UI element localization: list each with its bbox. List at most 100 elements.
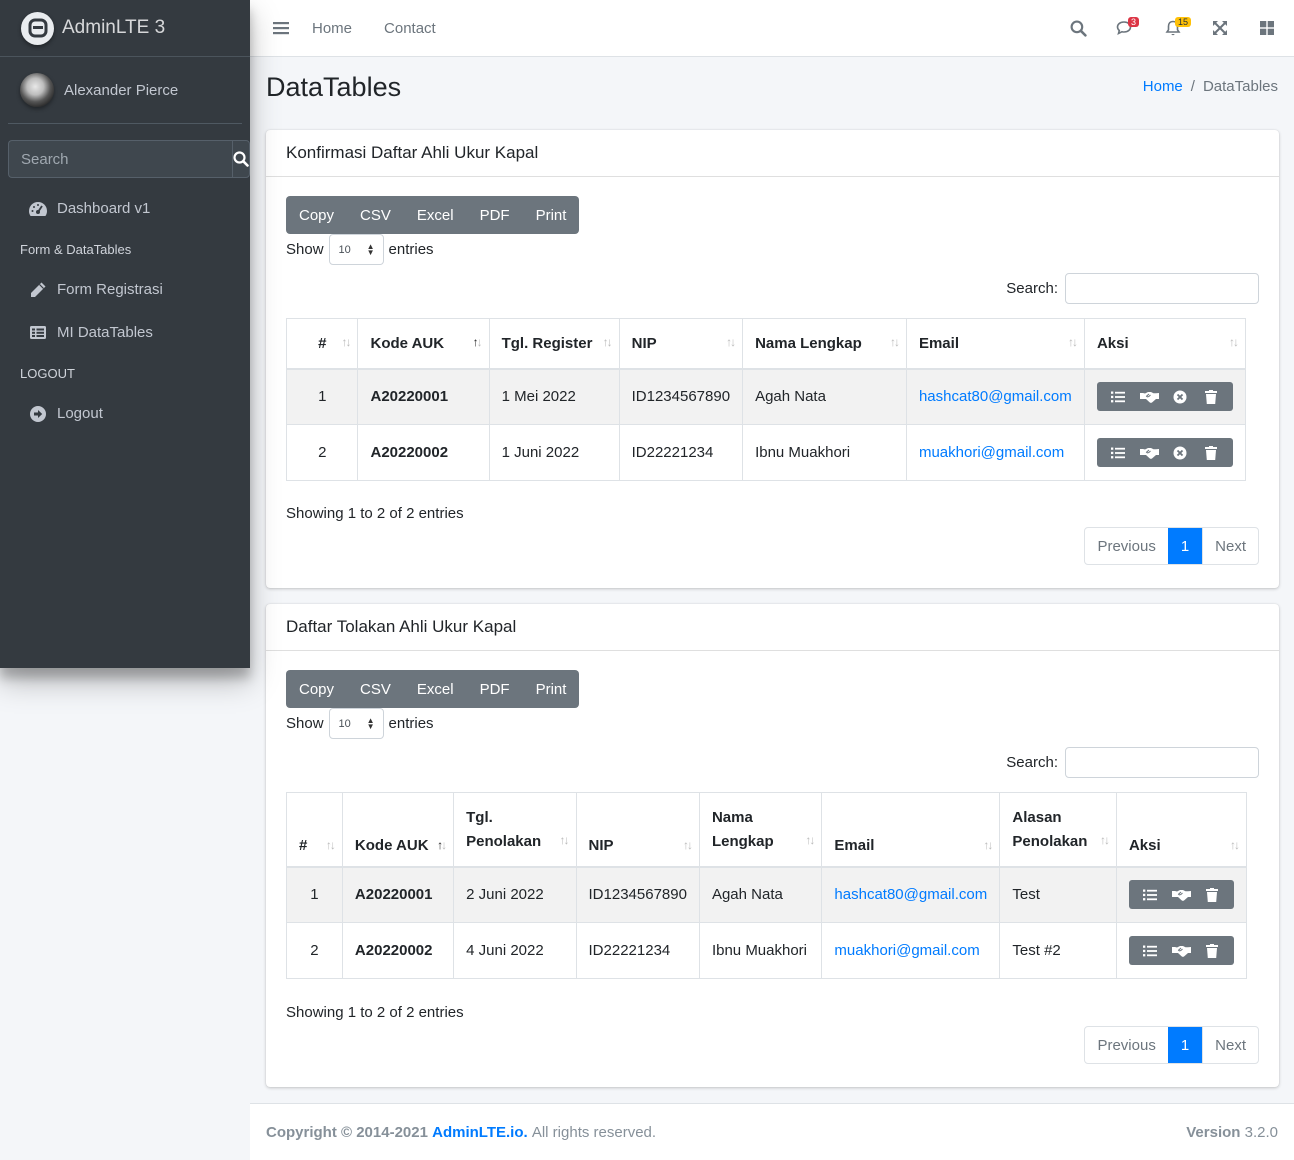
handshake-icon[interactable] — [1166, 889, 1197, 901]
table-search-input[interactable] — [1065, 747, 1259, 778]
handshake-icon[interactable] — [1166, 945, 1197, 957]
column-header[interactable]: NIP ↑↓ — [618, 318, 744, 370]
detail-list-icon[interactable] — [1103, 391, 1134, 403]
notifications-dropdown[interactable]: 15 — [1149, 0, 1196, 56]
column-header[interactable]: NIP ↑↓ — [575, 792, 700, 868]
table-search-input[interactable] — [1065, 273, 1259, 304]
pagination-previous[interactable]: Previous — [1085, 528, 1167, 564]
copy-button[interactable]: Copy — [286, 196, 347, 234]
page-title: DataTables — [266, 72, 402, 102]
brand-link[interactable]: AdminLTE 3 — [0, 0, 250, 57]
sidebar-search-input[interactable] — [8, 140, 232, 178]
search-label: Search: — [1006, 280, 1058, 297]
email-link[interactable]: muakhori@gmail.com — [834, 942, 979, 959]
adminlte-logo-icon — [21, 11, 54, 45]
copy-button[interactable]: Copy — [286, 670, 347, 708]
column-header[interactable]: # ↑↓ — [286, 792, 343, 868]
export-button-group: Copy CSV Excel PDF Print — [286, 670, 580, 708]
trash-icon[interactable] — [1196, 389, 1227, 404]
pagination-page-1[interactable]: 1 — [1167, 1027, 1203, 1063]
breadcrumb-separator: / — [1190, 78, 1195, 95]
messages-dropdown[interactable]: 3 — [1102, 0, 1149, 56]
nav-link-home[interactable]: Home — [312, 20, 352, 37]
column-header[interactable]: Aksi ↑↓ — [1083, 318, 1247, 370]
user-panel[interactable]: Alexander Pierce — [8, 57, 242, 124]
print-button[interactable]: Print — [523, 670, 580, 708]
column-header[interactable]: Email ↑↓ — [821, 792, 1001, 868]
detail-list-icon[interactable] — [1135, 945, 1166, 957]
pdf-button[interactable]: PDF — [467, 196, 523, 234]
sidebar-item-mi-datatables[interactable]: MI DataTables — [0, 311, 250, 354]
version-label: Version — [1186, 1123, 1241, 1141]
sidebar-item-dashboard[interactable]: Dashboard v1 — [0, 187, 250, 230]
breadcrumb-home-link[interactable]: Home — [1143, 78, 1183, 95]
action-buttons — [1096, 438, 1233, 467]
column-header[interactable]: Kode AUK ↑↓ — [341, 792, 455, 868]
column-header[interactable]: # ↑↓ — [285, 318, 359, 370]
search-icon — [233, 151, 249, 167]
excel-button[interactable]: Excel — [404, 670, 467, 708]
detail-list-icon[interactable] — [1135, 889, 1166, 901]
column-header[interactable]: Tgl. Penolakan ↑↓ — [453, 792, 577, 868]
pdf-button[interactable]: PDF — [467, 670, 523, 708]
user-name[interactable]: Alexander Pierce — [64, 82, 178, 99]
column-header[interactable]: Tgl. Register ↑↓ — [488, 318, 620, 370]
pagination-page-1[interactable]: 1 — [1167, 528, 1203, 564]
pagination-previous[interactable]: Previous — [1085, 1027, 1167, 1063]
column-header[interactable]: Email ↑↓ — [905, 318, 1085, 370]
detail-list-icon[interactable] — [1103, 447, 1134, 459]
copyright-text: Copyright © 2014-2021 — [266, 1123, 428, 1141]
cell-email: hashcat80@gmail.com — [821, 866, 1001, 923]
handshake-icon[interactable] — [1134, 447, 1165, 459]
table-length: Show 10 ▲ ▼ entries — [286, 708, 434, 739]
pagination-next[interactable]: Next — [1202, 1027, 1258, 1063]
print-button[interactable]: Print — [523, 196, 580, 234]
trash-icon[interactable] — [1196, 445, 1227, 460]
cell-alasan: Test — [999, 866, 1117, 923]
entries-select[interactable]: 10 ▲ ▼ — [328, 708, 384, 739]
excel-button[interactable]: Excel — [404, 196, 467, 234]
table-filter: Search: — [1006, 747, 1259, 778]
action-buttons — [1128, 880, 1234, 910]
control-sidebar-button[interactable] — [1243, 0, 1290, 56]
search-icon — [1070, 20, 1087, 37]
email-link[interactable]: hashcat80@gmail.com — [919, 388, 1072, 405]
cell-tgl: 1 Mei 2022 — [488, 368, 620, 425]
pushmenu-button[interactable] — [250, 21, 312, 35]
sort-icon: ↑↓ — [889, 334, 900, 349]
sidebar-item-logout[interactable]: Logout — [0, 392, 250, 435]
reject-x-circle-icon[interactable] — [1165, 390, 1196, 404]
entries-select[interactable]: 10 ▲ ▼ — [328, 234, 384, 265]
main-sidebar: AdminLTE 3 Alexander Pierce Dashboard v1… — [0, 0, 250, 668]
messages-badge: 3 — [1128, 17, 1140, 27]
version-number: 3.2.0 — [1244, 1123, 1278, 1141]
sidebar-search-button[interactable] — [232, 140, 250, 178]
csv-button[interactable]: CSV — [347, 196, 404, 234]
column-header[interactable]: Nama Lengkap ↑↓ — [698, 792, 823, 868]
cell-tgl: 1 Juni 2022 — [488, 424, 620, 481]
nav-link-contact[interactable]: Contact — [384, 20, 436, 37]
card-title: Konfirmasi Daftar Ahli Ukur Kapal — [266, 130, 1279, 177]
reject-x-circle-icon[interactable] — [1165, 446, 1196, 460]
column-header[interactable]: Aksi ↑↓ — [1115, 792, 1248, 868]
handshake-icon[interactable] — [1134, 391, 1165, 403]
column-header[interactable]: Alasan Penolakan ↑↓ — [999, 792, 1117, 868]
trash-icon[interactable] — [1197, 887, 1228, 902]
fullscreen-button[interactable] — [1196, 0, 1243, 56]
email-link[interactable]: muakhori@gmail.com — [919, 444, 1064, 461]
cell-no: 2 — [285, 424, 359, 481]
brand-text: AdminLTE 3 — [62, 17, 166, 38]
sidebar-item-form-registrasi[interactable]: Form Registrasi — [0, 268, 250, 311]
pagination-next[interactable]: Next — [1202, 528, 1258, 564]
entries-select-value: 10 — [338, 243, 351, 256]
column-header[interactable]: Kode AUK ↑↓ — [357, 318, 490, 370]
entries-label: entries — [388, 241, 434, 258]
csv-button[interactable]: CSV — [347, 670, 404, 708]
column-header[interactable]: Nama Lengkap ↑↓ — [742, 318, 907, 370]
adminlte-link[interactable]: AdminLTE.io. — [432, 1124, 528, 1141]
email-link[interactable]: hashcat80@gmail.com — [834, 886, 987, 903]
pagination: Previous 1 Next — [1084, 527, 1259, 565]
table-info: Showing 1 to 2 of 2 entries — [286, 1004, 464, 1021]
navbar-search-button[interactable] — [1055, 0, 1102, 56]
trash-icon[interactable] — [1197, 943, 1228, 958]
